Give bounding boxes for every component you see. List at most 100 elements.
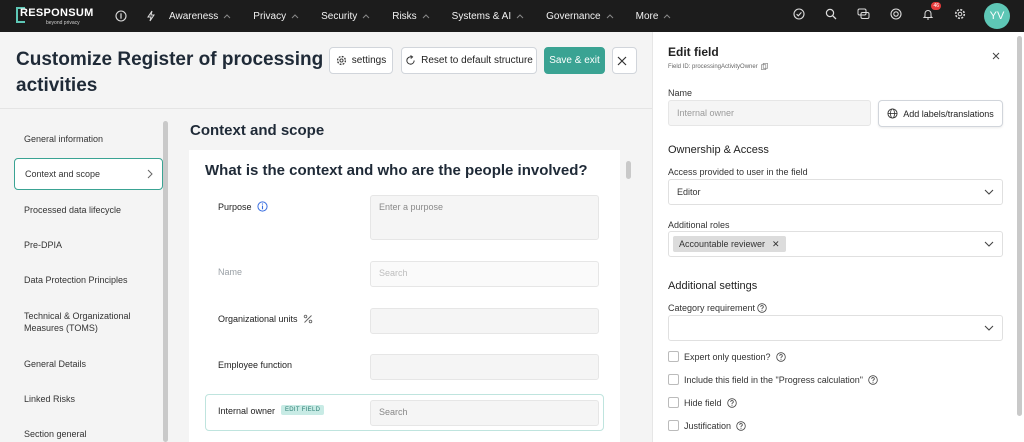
chevron-right-icon [147,169,153,179]
sidebar-item-label: Processed data lifecycle [24,205,122,215]
nav-privacy[interactable]: Privacy [253,11,299,22]
employee-function-input[interactable] [370,354,599,380]
sidebar-item-general-details[interactable]: General Details [14,348,163,380]
sidebar-item-context-and-scope[interactable]: Context and scope [14,158,163,190]
sidebar-item-linked-risks[interactable]: Linked Risks [14,383,163,415]
field-label: Organizational units [218,314,298,324]
lifebuoy-icon[interactable] [890,7,902,25]
close-icon[interactable] [992,52,1000,60]
help-circle-icon[interactable] [868,374,878,385]
org-units-input[interactable] [370,308,599,334]
search-icon[interactable] [825,7,837,25]
sidebar-scrollbar[interactable] [163,121,168,442]
sidebar-item-label: Linked Risks [24,394,76,404]
category-requirement-select[interactable] [668,315,1003,341]
sidebar-item-label: Technical & Organizational Measures (TOM… [24,311,131,333]
info-circle-icon[interactable] [256,201,268,212]
nav-label: More [635,10,659,22]
remove-chip-icon[interactable]: ✕ [772,239,780,250]
sidebar-item-toms[interactable]: Technical & Organizational Measures (TOM… [14,306,154,338]
edit-field-badge[interactable]: EDIT FIELD [281,405,325,415]
nav-systems-ai[interactable]: Systems & AI [452,11,524,22]
chevron-up-icon [362,13,370,18]
ownership-access-heading: Ownership & Access [668,144,769,156]
add-labels-label: Add labels/translations [903,108,994,119]
percent-icon [303,314,312,324]
chevron-down-icon [984,325,994,331]
name-field-label: Name [668,88,693,98]
role-chip: Accountable reviewer ✕ [673,236,786,252]
sidebar-item-label: Context and scope [25,169,101,179]
main-menu: Awareness Privacy Security Risks Systems… [169,11,693,22]
nav-awareness[interactable]: Awareness [169,11,231,22]
access-label: Access provided to user in the field [668,167,808,177]
nav-governance[interactable]: Governance [546,11,613,22]
gear-icon[interactable] [954,7,966,25]
internal-owner-label: Internal owner [218,406,276,416]
justification-checkbox[interactable] [668,420,679,431]
help-circle-icon[interactable] [726,397,737,408]
purpose-label: Purpose [218,201,268,212]
panel-title: Edit field [668,45,719,59]
card-scrollbar[interactable] [626,161,631,179]
sidebar-item-data-protection-principles[interactable]: Data Protection Principles [14,264,163,296]
nav-risks[interactable]: Risks [392,10,430,22]
progress-calculation-option: Include this field in the "Progress calc… [668,374,878,385]
purpose-textarea[interactable]: Enter a purpose [370,195,599,240]
field-id-text: Field ID: processingActivityOwner [668,63,758,70]
user-avatar[interactable]: YV [984,3,1010,29]
brand-tagline: beyond privacy [46,20,80,26]
chevron-up-icon [606,13,613,18]
reset-label: Reset to default structure [421,55,533,66]
checkbox-label: Include this field in the "Progress calc… [684,374,863,385]
sidebar-item-general-information[interactable]: General information [14,123,163,155]
chat-icon[interactable] [857,7,870,25]
sidebar-item-label: Pre-DPIA [24,240,63,250]
checkbox-label: Hide field [684,397,722,408]
sidebar-item-pre-dpia[interactable]: Pre-DPIA [14,229,163,261]
chevron-up-icon [291,13,299,18]
help-circle-icon[interactable] [736,420,746,431]
chevron-down-icon [984,241,994,247]
save-exit-button[interactable]: Save & exit [544,47,605,74]
panel-scrollbar[interactable] [1017,36,1022,416]
field-name-input[interactable]: Internal owner [668,100,871,126]
chevron-up-icon [516,13,524,18]
settings-button[interactable]: settings [329,47,393,74]
nav-security[interactable]: Security [321,11,370,22]
employee-function-label: Employee function [218,360,293,370]
nav-label: Systems & AI [451,10,512,22]
copy-icon[interactable] [760,63,768,70]
close-button[interactable] [612,47,637,74]
access-select[interactable]: Editor [668,179,1003,205]
notification-count: 46 [931,2,941,10]
nav-label: Awareness [169,10,219,22]
add-labels-translations-button[interactable]: Add labels/translations [878,100,1003,127]
refresh-icon [406,55,415,65]
help-circle-icon[interactable] [775,351,786,362]
chevron-up-icon [664,13,671,18]
lightning-icon[interactable] [143,8,159,24]
expert-only-checkbox[interactable] [668,351,679,362]
org-units-label: Organizational units [218,314,313,324]
info-circle-icon[interactable] [113,8,129,24]
reset-default-button[interactable]: Reset to default structure [401,47,537,74]
help-circle-icon[interactable] [757,303,767,313]
name-search-input[interactable]: Search [370,261,599,287]
responsum-logo[interactable]: RESPONSUM beyond privacy [16,4,96,28]
sidebar-item-processed-data-lifecycle[interactable]: Processed data lifecycle [14,194,163,226]
close-icon [617,56,627,65]
chevron-up-icon [422,13,430,18]
internal-owner-search-input[interactable]: Search [370,400,599,426]
field-id: Field ID: processingActivityOwner [668,63,768,70]
sidebar-item-section-general[interactable]: Section general [14,418,163,442]
nav-more[interactable]: More [636,11,672,22]
bell-icon[interactable]: 46 [922,2,941,25]
check-circle-icon[interactable] [793,7,805,25]
question-title: What is the context and who are the peop… [205,162,588,179]
hide-field-checkbox[interactable] [668,397,679,408]
nav-label: Risks [392,10,417,22]
progress-calculation-checkbox[interactable] [668,374,679,385]
gear-icon [336,55,346,66]
justification-option: Justification [668,420,746,431]
